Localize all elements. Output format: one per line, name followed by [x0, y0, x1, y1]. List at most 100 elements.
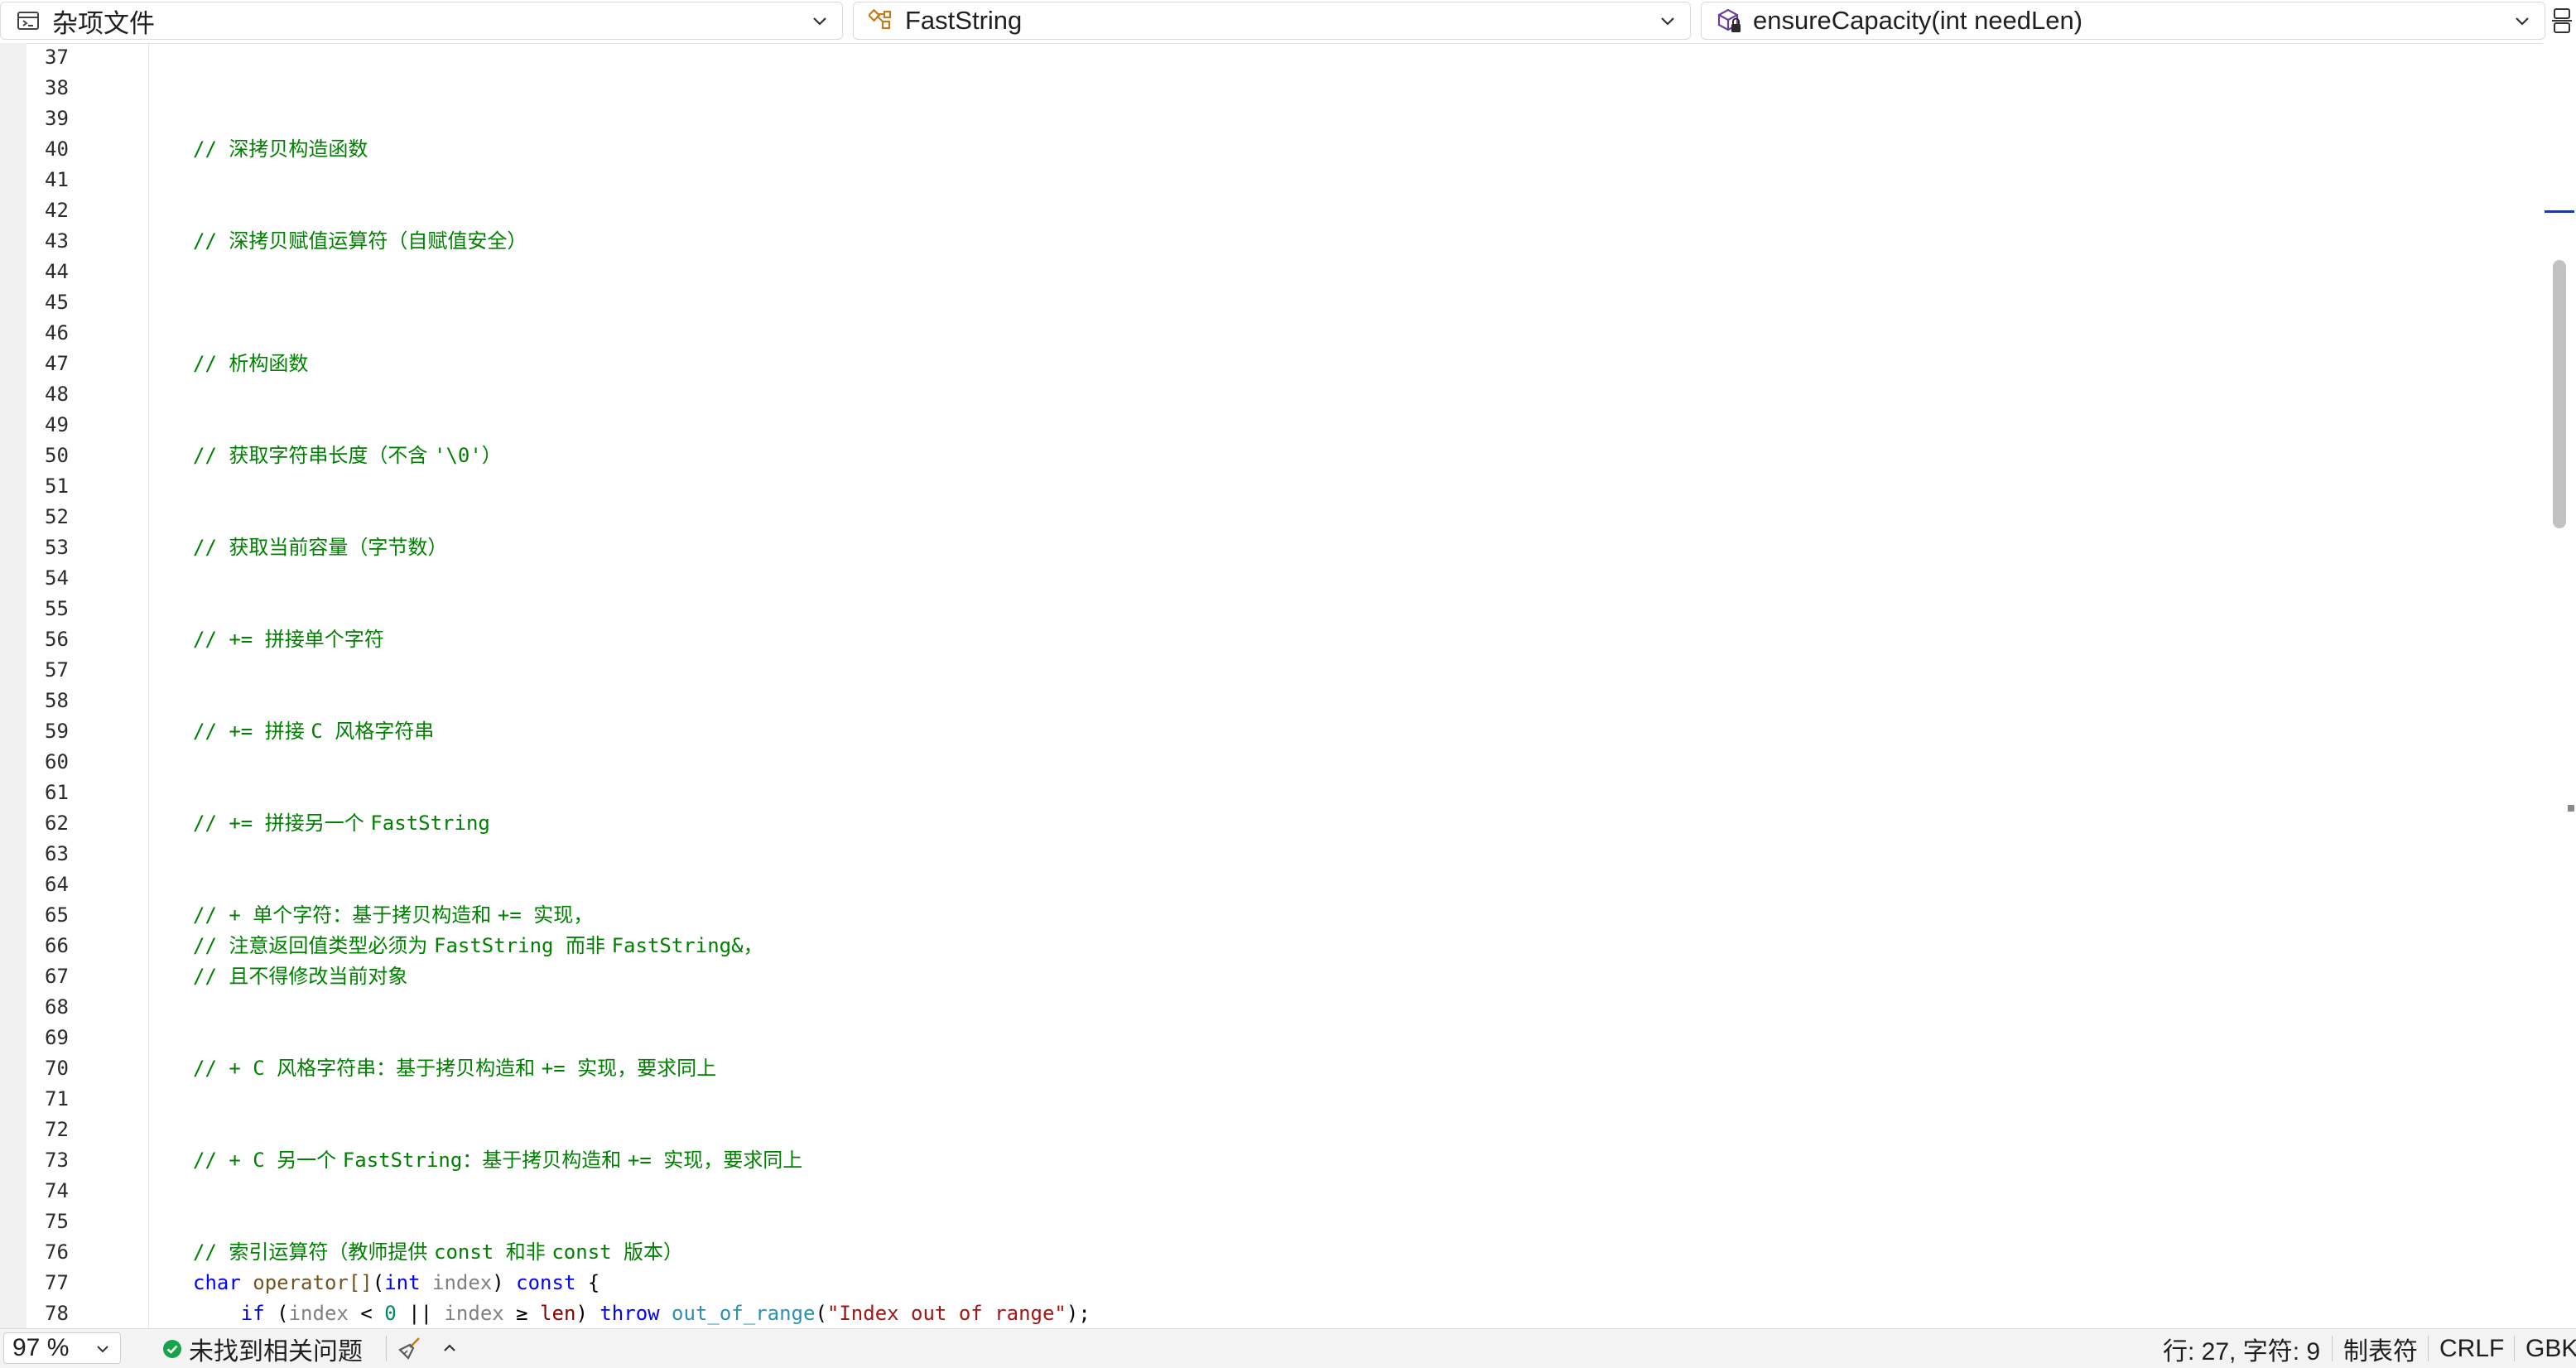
split-window-button[interactable] — [2549, 2, 2575, 40]
code-line[interactable]: // 析构函数 — [193, 349, 308, 379]
code-token: 拼接另一个 — [264, 812, 371, 835]
code-token: += — [497, 903, 534, 927]
code-token: 和非 — [505, 1240, 552, 1264]
caret-position-marker — [2545, 210, 2574, 213]
code-token: ， — [743, 934, 763, 957]
line-number: 65 — [45, 903, 69, 927]
code-line[interactable]: // 且不得修改当前对象 — [193, 961, 407, 992]
file-encoding[interactable]: GBK — [2525, 1329, 2576, 1368]
code-line[interactable]: // 深拷贝赋值运算符（自赋值安全） — [193, 226, 527, 257]
code-line[interactable]: // += 拼接 C 风格字符串 — [193, 716, 434, 747]
code-token: '\0' — [434, 444, 482, 467]
line-number: 66 — [45, 934, 69, 957]
code-line[interactable]: // + C 另一个 FastString：基于拷贝构造和 += 实现，要求同上 — [193, 1145, 802, 1176]
code-token: 实现，要求同上 — [577, 1057, 717, 1080]
line-number: 69 — [45, 1026, 69, 1049]
zoom-level-value: 97 % — [12, 1334, 70, 1361]
line-number: 46 — [45, 321, 69, 344]
code-token: 0 — [384, 1302, 397, 1325]
zoom-level-dropdown[interactable]: 97 % — [3, 1332, 121, 1364]
file-scope-label: 杂项文件 — [52, 8, 155, 38]
line-number: 44 — [45, 260, 69, 283]
code-line[interactable]: char operator[](int index) const { — [193, 1268, 599, 1298]
code-token: "Index out of range" — [826, 1302, 1067, 1325]
code-token: // += — [193, 812, 265, 835]
code-token: if — [240, 1302, 277, 1325]
code-token: // — [193, 444, 229, 467]
code-line[interactable]: // += 拼接另一个 FastString — [193, 808, 490, 839]
line-number: 55 — [45, 597, 69, 620]
cursor-position[interactable]: 行: 27, 字符: 9 — [2163, 1329, 2320, 1368]
file-scope-dropdown[interactable]: 杂项文件 — [0, 2, 843, 40]
scrollbar-thumb[interactable] — [2553, 260, 2566, 528]
code-token: // — [193, 229, 229, 253]
line-number: 78 — [45, 1302, 69, 1325]
code-token: int — [384, 1271, 432, 1294]
line-number: 50 — [45, 444, 69, 467]
member-scope-label: ensureCapacity(int needLen) — [1753, 6, 2083, 35]
code-token: ) — [575, 1302, 600, 1325]
code-token: 另一个 — [277, 1149, 343, 1172]
code-token: 注意返回值类型必须为 — [229, 934, 434, 957]
code-token: // + C — [193, 1149, 277, 1172]
line-number: 71 — [45, 1087, 69, 1110]
code-line[interactable]: // 深拷贝构造函数 — [193, 134, 368, 165]
line-number: 53 — [45, 536, 69, 559]
line-number: 70 — [45, 1057, 69, 1080]
line-number: 74 — [45, 1179, 69, 1202]
line-number: 60 — [45, 750, 69, 773]
code-token: // — [193, 352, 229, 375]
code-token: 单个字符：基于拷贝构造和 — [253, 903, 498, 927]
line-number: 54 — [45, 566, 69, 590]
code-token: index — [444, 1302, 504, 1325]
code-token: const — [516, 1271, 588, 1294]
line-number: 56 — [45, 628, 69, 651]
code-token: ) — [492, 1271, 517, 1294]
line-number: 41 — [45, 168, 69, 191]
type-scope-dropdown[interactable]: FastString — [853, 2, 1691, 40]
code-line[interactable]: // + 单个字符：基于拷贝构造和 += 实现， — [193, 900, 593, 931]
line-endings[interactable]: CRLF — [2439, 1329, 2504, 1368]
line-number: 47 — [45, 352, 69, 375]
line-number: 62 — [45, 812, 69, 835]
member-scope-dropdown[interactable]: ensureCapacity(int needLen) — [1701, 2, 2545, 40]
issues-status-text: 未找到相关问题 — [189, 1337, 363, 1366]
line-number: 67 — [45, 965, 69, 988]
code-line[interactable]: // 获取当前容量（字节数） — [193, 532, 447, 563]
code-line[interactable]: // += 拼接单个字符 — [193, 624, 384, 655]
status-divider — [2332, 1336, 2333, 1361]
code-token: // += — [193, 628, 265, 651]
misc-files-icon — [14, 7, 42, 35]
code-line[interactable]: // 注意返回值类型必须为 FastString 而非 FastString&， — [193, 931, 763, 961]
code-line[interactable]: // 索引运算符（教师提供 const 和非 const 版本） — [193, 1237, 683, 1268]
issues-indicator[interactable]: 未找到相关问题 — [162, 1329, 363, 1368]
status-divider — [2428, 1336, 2429, 1361]
chevron-down-icon — [813, 17, 826, 26]
code-token: 风格字符串 — [335, 720, 435, 743]
code-line[interactable]: // + C 风格字符串：基于拷贝构造和 += 实现，要求同上 — [193, 1053, 716, 1084]
code-token: 深拷贝构造函数 — [229, 137, 368, 161]
issues-expand-button[interactable] — [437, 1336, 462, 1361]
code-editor[interactable]: 37 38 39 40 41 42 43 44 45 46 47 48 49 50 51 52 53 54 55 56… — [0, 43, 2576, 1328]
code-line[interactable]: // 获取字符串长度（不含 '\0'） — [193, 441, 502, 471]
code-token: FastString& — [611, 934, 744, 957]
line-number: 72 — [45, 1118, 69, 1141]
code-text-area[interactable]: // 深拷贝构造函数 // 深拷贝赋值运算符（自赋值安全） // 析构函数 // 获取… — [150, 43, 2535, 1328]
line-number: 48 — [45, 383, 69, 406]
split-icon — [2552, 8, 2572, 33]
status-divider — [2514, 1336, 2515, 1361]
code-token: index — [288, 1302, 349, 1325]
navigation-bar: 杂项文件 FastString ensureCapacity(int needL… — [0, 0, 2576, 44]
scroll-map-marker — [2568, 805, 2574, 812]
line-number: 39 — [45, 107, 69, 130]
indent-mode[interactable]: 制表符 — [2343, 1329, 2418, 1368]
code-token: C — [311, 720, 335, 743]
vertical-scrollbar[interactable] — [2543, 43, 2576, 1328]
code-cleanup-button[interactable] — [396, 1334, 424, 1362]
line-number: 61 — [45, 781, 69, 804]
line-number: 52 — [45, 505, 69, 528]
line-number: 73 — [45, 1149, 69, 1172]
indicator-margin — [0, 43, 26, 1328]
code-token: FastString — [342, 1149, 463, 1172]
code-line[interactable]: if (index < 0 || index ≥ len) throw out_… — [193, 1298, 1091, 1328]
